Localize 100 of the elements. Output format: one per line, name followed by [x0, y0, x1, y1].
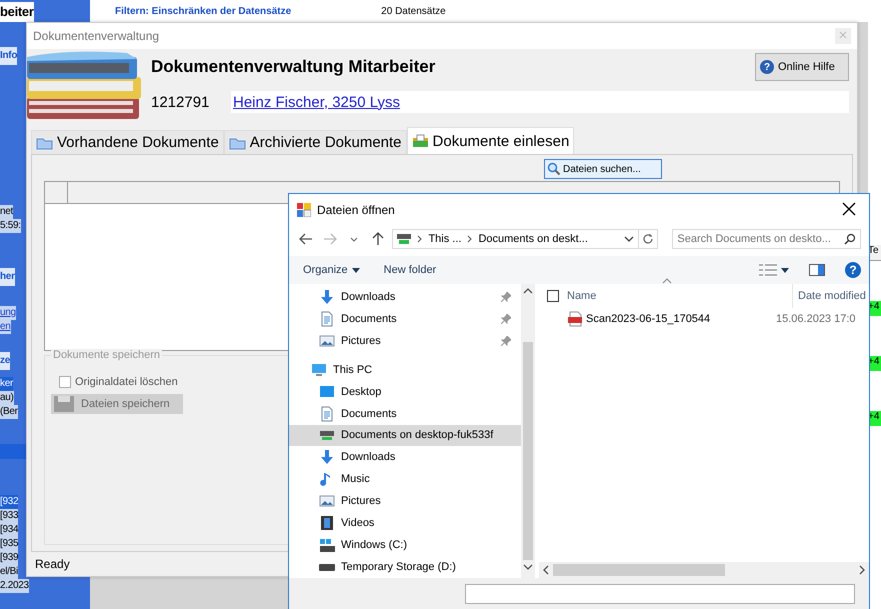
nav-item[interactable]: Documents on desktop-fuk533f: [289, 424, 521, 446]
group-title: Dokumente speichern: [51, 349, 162, 361]
breadcrumb[interactable]: Documents on deskt...: [478, 233, 588, 245]
preview-pane-icon: [809, 264, 825, 276]
window-title: Dokumentenverwaltung: [33, 29, 160, 43]
film-icon: [319, 515, 335, 532]
pin-icon: [501, 314, 511, 324]
sidebar-link[interactable]: ung: [0, 306, 16, 320]
chevron-right-icon: [467, 235, 472, 243]
file-row[interactable]: Scan2023-06-15_170544 15.06.2023 17:0: [539, 308, 869, 330]
search-icon: [547, 162, 561, 176]
checkbox-label: Originaldatei löschen: [75, 376, 178, 388]
sidebar-heading: Info: [0, 47, 18, 65]
file-name: Scan2023-06-15_170544: [586, 313, 710, 325]
caret-icon: [352, 268, 360, 272]
nav-item[interactable]: Documents: [289, 308, 521, 330]
download-arrow-icon: [319, 288, 335, 305]
help-button[interactable]: ?: [845, 262, 861, 278]
nav-item[interactable]: Music: [289, 468, 521, 490]
sidebar-text: el/Bi: [0, 565, 18, 579]
scroll-left-icon: [543, 565, 549, 575]
inbox-icon: [412, 134, 429, 148]
close-icon: [842, 202, 856, 216]
file-name-field[interactable]: [465, 584, 855, 604]
sidebar-text: 5:59:: [0, 219, 21, 233]
sidebar-text: (Ber: [0, 405, 18, 419]
sort-caret-icon: [662, 278, 672, 284]
column-header[interactable]: Name: [567, 284, 793, 308]
filter-link[interactable]: Filtern: Einschränken der Datensätze: [115, 6, 292, 18]
nav-item[interactable]: Downloads: [289, 286, 521, 308]
caret-icon: [781, 268, 789, 272]
sidebar-heading: her: [0, 268, 15, 286]
new-folder-button[interactable]: New folder: [384, 264, 436, 276]
sidebar-text: au): [0, 391, 14, 405]
chevron-right-icon: [417, 235, 422, 243]
document-icon: [319, 406, 335, 422]
horizontal-scrollbar[interactable]: [539, 562, 869, 578]
nav-item[interactable]: Pictures: [289, 330, 521, 352]
nav-item[interactable]: Videos: [289, 512, 521, 534]
search-icon: [844, 233, 856, 245]
tab[interactable]: Archivierte Dokumente: [224, 130, 407, 154]
folder-icon: [228, 136, 246, 150]
help-button[interactable]: ? Online Hilfe: [755, 53, 849, 81]
sidebar-title: beiter: [0, 2, 34, 22]
sidebar-item[interactable]: [932: [0, 495, 18, 509]
checkbox[interactable]: [59, 376, 71, 388]
file-date: 15.06.2023 17:0: [776, 313, 856, 325]
pin-icon: [501, 336, 511, 346]
sidebar-heading: ze: [0, 352, 10, 370]
nav-item[interactable]: This PC: [289, 358, 521, 381]
window-heading: Dokumentenverwaltung Mitarbeiter: [151, 57, 436, 77]
breadcrumb[interactable]: This ...: [428, 233, 462, 245]
nav-item[interactable]: Pictures: [289, 490, 521, 512]
nav-item[interactable]: Downloads: [289, 446, 521, 468]
view-menu[interactable]: [759, 264, 789, 276]
chevron-down-icon: [350, 236, 358, 242]
drive-icon: [319, 564, 335, 571]
refresh-icon: [642, 233, 654, 245]
list-view-icon: [759, 264, 777, 276]
folder-icon: [36, 136, 53, 150]
sidebar-text: 2.2023: [0, 579, 29, 593]
sidebar-item[interactable]: ker: [0, 377, 13, 391]
app-icon: [297, 203, 311, 217]
preview-pane-button[interactable]: [809, 264, 825, 276]
search-field[interactable]: Search Documents on deskto...: [672, 229, 861, 249]
picture-icon: [319, 493, 335, 510]
sidebar-link[interactable]: en: [0, 320, 11, 334]
back-arrow-icon: [298, 233, 313, 245]
up-arrow-icon: [372, 232, 384, 246]
desktop-icon: [319, 384, 335, 400]
address-bar[interactable]: This ... Documents on deskt...: [392, 229, 639, 249]
select-all-checkbox[interactable]: [547, 290, 559, 302]
status-text: Ready: [35, 557, 70, 571]
close-icon: [839, 30, 847, 38]
computer-icon: [311, 362, 327, 378]
employee-id: 1212791: [151, 94, 210, 110]
chevron-down-icon: [624, 236, 634, 242]
network-drive-icon: [397, 233, 412, 245]
nav-item[interactable]: Desktop: [289, 380, 521, 403]
scroll-down-icon: [523, 564, 533, 570]
download-arrow-icon: [319, 449, 335, 466]
nav-item[interactable]: Windows (C:): [289, 534, 521, 556]
forward-arrow-icon: [322, 233, 337, 245]
vertical-scrollbar[interactable]: [521, 284, 535, 578]
column-header[interactable]: Date modified: [793, 290, 866, 302]
nav-item[interactable]: Documents: [289, 402, 521, 425]
pdf-file-icon: [567, 311, 583, 327]
tab[interactable]: Vorhandene Dokumente: [31, 130, 224, 154]
refresh-button[interactable]: [638, 229, 658, 249]
dialog-title: Dateien öffnen: [317, 203, 396, 217]
organize-menu[interactable]: Organize: [303, 264, 360, 276]
record-count: 20 Datensätze: [381, 6, 446, 18]
search-files-button[interactable]: Dateien suchen...: [544, 159, 662, 179]
tab[interactable]: Dokumente einlesen: [406, 127, 574, 154]
document-icon: [319, 310, 335, 327]
pin-icon: [501, 292, 511, 302]
nav-item[interactable]: Temporary Storage (D:): [289, 556, 521, 578]
scroll-up-icon: [523, 288, 533, 294]
sidebar-text: [939: [0, 551, 18, 565]
system-drive-icon: [319, 537, 335, 554]
